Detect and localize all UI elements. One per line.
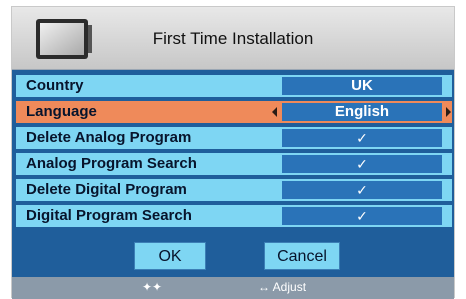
row-country[interactable]: Country UK (16, 75, 452, 97)
dialog-header: First Time Installation (12, 7, 454, 70)
footer-hints: ✦✦ ↔ Adjust (12, 277, 454, 299)
language-value[interactable]: English (282, 103, 442, 121)
arrow-right-icon[interactable] (446, 107, 451, 117)
analog-program-search-label: Analog Program Search (26, 155, 197, 172)
country-label: Country (26, 77, 84, 94)
settings-list: Country UK Language English Delete Analo… (16, 75, 452, 231)
first-time-installation-dialog: First Time Installation Country UK Langu… (11, 6, 455, 299)
analog-program-search-check[interactable]: ✓ (282, 155, 442, 173)
updown-hint: ✦✦ (142, 280, 163, 294)
country-value[interactable]: UK (282, 77, 442, 95)
digital-program-search-check[interactable]: ✓ (282, 207, 442, 225)
ok-button[interactable]: OK (134, 242, 206, 270)
row-language[interactable]: Language English (16, 101, 452, 123)
cancel-button[interactable]: Cancel (264, 242, 340, 270)
delete-analog-program-check[interactable]: ✓ (282, 129, 442, 147)
language-label: Language (26, 103, 97, 120)
row-delete-digital-program[interactable]: Delete Digital Program ✓ (16, 179, 452, 201)
digital-program-search-label: Digital Program Search (26, 207, 192, 224)
adjust-hint: ↔ Adjust (258, 280, 307, 294)
delete-analog-program-label: Delete Analog Program (26, 129, 192, 146)
arrow-left-icon[interactable] (272, 107, 277, 117)
row-digital-program-search[interactable]: Digital Program Search ✓ (16, 205, 452, 227)
dialog-title: First Time Installation (152, 29, 314, 48)
delete-digital-program-check[interactable]: ✓ (282, 181, 442, 199)
row-analog-program-search[interactable]: Analog Program Search ✓ (16, 153, 452, 175)
row-delete-analog-program[interactable]: Delete Analog Program ✓ (16, 127, 452, 149)
delete-digital-program-label: Delete Digital Program (26, 181, 187, 198)
